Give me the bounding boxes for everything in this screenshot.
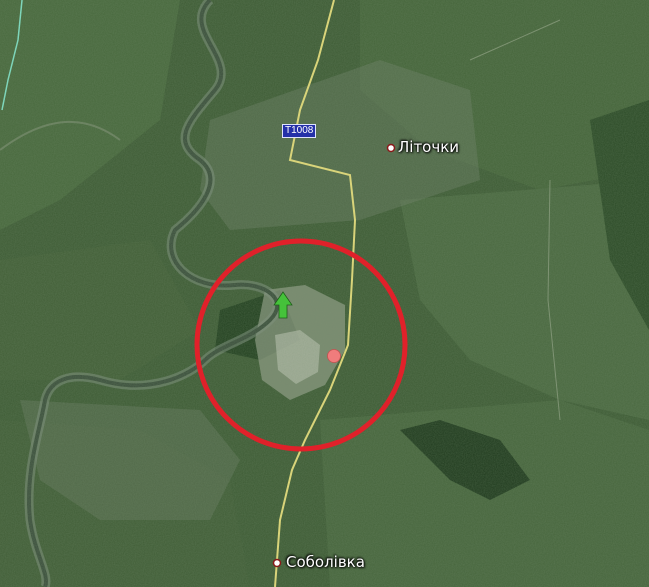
place-label-sobolivka[interactable]: Соболівка [286, 553, 365, 571]
place-label-litochky[interactable]: Літочки [398, 138, 459, 156]
satellite-map[interactable]: T1008 Літочки Соболівка [0, 0, 649, 587]
place-dot-icon [272, 143, 396, 568]
